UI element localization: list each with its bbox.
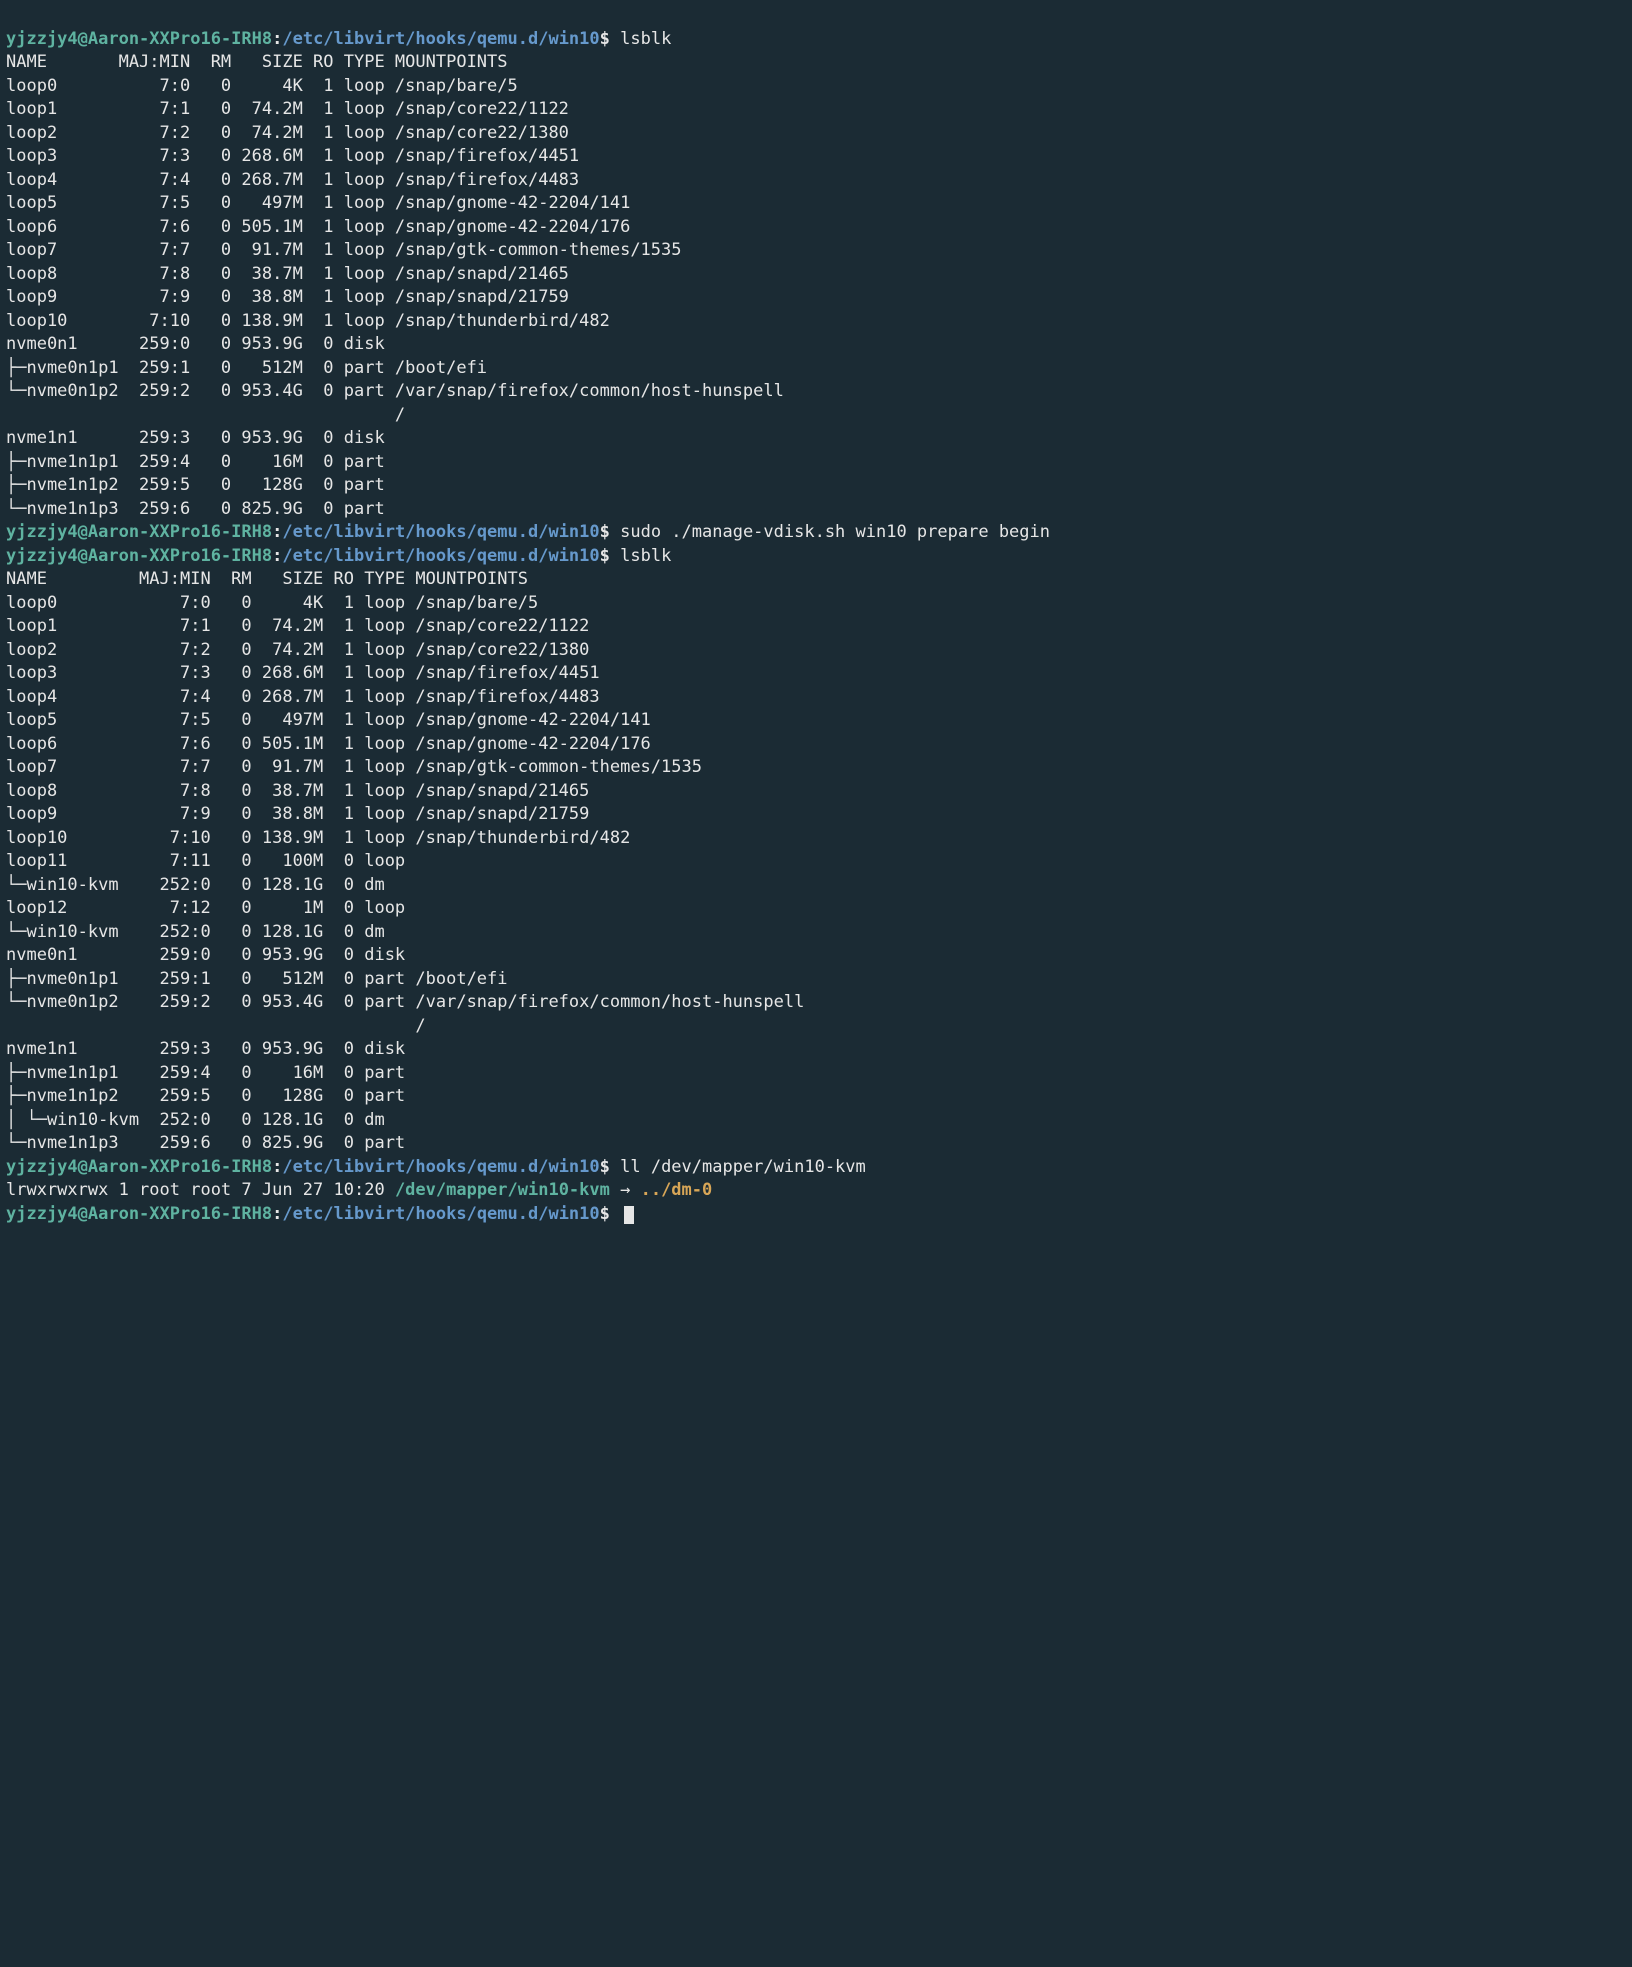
prompt-dollar: $ — [600, 1204, 620, 1224]
lsblk-row: loop12 7:12 0 1M 0 loop — [6, 897, 1626, 921]
lsblk-row: loop3 7:3 0 268.6M 1 loop /snap/firefox/… — [6, 145, 1626, 169]
prompt-sep: : — [272, 1204, 282, 1224]
lsblk-row: ├─nvme0n1p1 259:1 0 512M 0 part /boot/ef… — [6, 357, 1626, 381]
lsblk-row: loop11 7:11 0 100M 0 loop — [6, 850, 1626, 874]
shell-prompt[interactable]: yjzzjy4@Aaron-XXPro16-IRH8:/etc/libvirt/… — [6, 1203, 1626, 1227]
prompt-path: /etc/libvirt/hooks/qemu.d/win10 — [282, 1204, 599, 1224]
command-text: lsblk — [620, 29, 671, 49]
shell-prompt[interactable]: yjzzjy4@Aaron-XXPro16-IRH8:/etc/libvirt/… — [6, 28, 1626, 52]
shell-prompt[interactable]: yjzzjy4@Aaron-XXPro16-IRH8:/etc/libvirt/… — [6, 545, 1626, 569]
arrow-icon: → — [610, 1180, 641, 1200]
lsblk-row: loop10 7:10 0 138.9M 1 loop /snap/thunde… — [6, 310, 1626, 334]
lsblk-row: loop1 7:1 0 74.2M 1 loop /snap/core22/11… — [6, 615, 1626, 639]
prompt-path: /etc/libvirt/hooks/qemu.d/win10 — [282, 29, 599, 49]
terminal[interactable]: yjzzjy4@Aaron-XXPro16-IRH8:/etc/libvirt/… — [6, 28, 1626, 1227]
lsblk-row: loop10 7:10 0 138.9M 1 loop /snap/thunde… — [6, 827, 1626, 851]
lsblk-row: loop3 7:3 0 268.6M 1 loop /snap/firefox/… — [6, 662, 1626, 686]
lsblk-row: loop2 7:2 0 74.2M 1 loop /snap/core22/13… — [6, 639, 1626, 663]
lsblk-row: └─nvme1n1p3 259:6 0 825.9G 0 part — [6, 1132, 1626, 1156]
prompt-sep: : — [272, 29, 282, 49]
lsblk-row: loop5 7:5 0 497M 1 loop /snap/gnome-42-2… — [6, 709, 1626, 733]
lsblk-row: loop8 7:8 0 38.7M 1 loop /snap/snapd/214… — [6, 780, 1626, 804]
lsblk-row: loop4 7:4 0 268.7M 1 loop /snap/firefox/… — [6, 686, 1626, 710]
prompt-user: yjzzjy4@Aaron-XXPro16-IRH8 — [6, 29, 272, 49]
lsblk-row: loop0 7:0 0 4K 1 loop /snap/bare/5 — [6, 75, 1626, 99]
ll-output: lrwxrwxrwx 1 root root 7 Jun 27 10:20 /d… — [6, 1179, 1626, 1203]
prompt-sep: : — [272, 1157, 282, 1177]
prompt-user: yjzzjy4@Aaron-XXPro16-IRH8 — [6, 546, 272, 566]
lsblk-row: loop5 7:5 0 497M 1 loop /snap/gnome-42-2… — [6, 192, 1626, 216]
lsblk-row: └─win10-kvm 252:0 0 128.1G 0 dm — [6, 921, 1626, 945]
lsblk-row: nvme1n1 259:3 0 953.9G 0 disk — [6, 1038, 1626, 1062]
prompt-sep: : — [272, 522, 282, 542]
prompt-sep: : — [272, 546, 282, 566]
lsblk-row: └─win10-kvm 252:0 0 128.1G 0 dm — [6, 874, 1626, 898]
prompt-user: yjzzjy4@Aaron-XXPro16-IRH8 — [6, 1157, 272, 1177]
prompt-dollar: $ — [600, 522, 620, 542]
lsblk-row: loop2 7:2 0 74.2M 1 loop /snap/core22/13… — [6, 122, 1626, 146]
prompt-dollar: $ — [600, 1157, 620, 1177]
command-text: sudo ./manage-vdisk.sh win10 prepare beg… — [620, 522, 1050, 542]
prompt-user: yjzzjy4@Aaron-XXPro16-IRH8 — [6, 522, 272, 542]
lsblk-row: ├─nvme0n1p1 259:1 0 512M 0 part /boot/ef… — [6, 968, 1626, 992]
lsblk-row: loop9 7:9 0 38.8M 1 loop /snap/snapd/217… — [6, 286, 1626, 310]
prompt-path: /etc/libvirt/hooks/qemu.d/win10 — [282, 546, 599, 566]
lsblk-row: loop6 7:6 0 505.1M 1 loop /snap/gnome-42… — [6, 216, 1626, 240]
lsblk-row: loop0 7:0 0 4K 1 loop /snap/bare/5 — [6, 592, 1626, 616]
lsblk-row: └─nvme1n1p3 259:6 0 825.9G 0 part — [6, 498, 1626, 522]
lsblk-row: loop7 7:7 0 91.7M 1 loop /snap/gtk-commo… — [6, 239, 1626, 263]
prompt-path: /etc/libvirt/hooks/qemu.d/win10 — [282, 1157, 599, 1177]
lsblk-row: │ └─win10-kvm 252:0 0 128.1G 0 dm — [6, 1109, 1626, 1133]
lsblk-row: └─nvme0n1p2 259:2 0 953.4G 0 part /var/s… — [6, 991, 1626, 1015]
lsblk-row: loop4 7:4 0 268.7M 1 loop /snap/firefox/… — [6, 169, 1626, 193]
lsblk-row: nvme1n1 259:3 0 953.9G 0 disk — [6, 427, 1626, 451]
prompt-dollar: $ — [600, 29, 620, 49]
lsblk-output: NAME MAJ:MIN RM SIZE RO TYPE MOUNTPOINTS… — [6, 568, 1626, 1156]
lsblk-row: / — [6, 1015, 1626, 1039]
shell-prompt[interactable]: yjzzjy4@Aaron-XXPro16-IRH8:/etc/libvirt/… — [6, 1156, 1626, 1180]
command-text: ll /dev/mapper/win10-kvm — [620, 1157, 866, 1177]
lsblk-row: loop7 7:7 0 91.7M 1 loop /snap/gtk-commo… — [6, 756, 1626, 780]
lsblk-row: ├─nvme1n1p1 259:4 0 16M 0 part — [6, 451, 1626, 475]
prompt-path: /etc/libvirt/hooks/qemu.d/win10 — [282, 522, 599, 542]
lsblk-row: ├─nvme1n1p2 259:5 0 128G 0 part — [6, 474, 1626, 498]
lsblk-row: loop9 7:9 0 38.8M 1 loop /snap/snapd/217… — [6, 803, 1626, 827]
lsblk-output: NAME MAJ:MIN RM SIZE RO TYPE MOUNTPOINTS… — [6, 51, 1626, 521]
lsblk-row: / — [6, 404, 1626, 428]
lsblk-row: loop1 7:1 0 74.2M 1 loop /snap/core22/11… — [6, 98, 1626, 122]
prompt-user: yjzzjy4@Aaron-XXPro16-IRH8 — [6, 1204, 272, 1224]
ll-attrs: lrwxrwxrwx 1 root root 7 Jun 27 10:20 — [6, 1180, 395, 1200]
lsblk-row: nvme0n1 259:0 0 953.9G 0 disk — [6, 333, 1626, 357]
shell-prompt[interactable]: yjzzjy4@Aaron-XXPro16-IRH8:/etc/libvirt/… — [6, 521, 1626, 545]
ll-target: ../dm-0 — [641, 1180, 713, 1200]
ll-link-name: /dev/mapper/win10-kvm — [395, 1180, 610, 1200]
lsblk-row: ├─nvme1n1p2 259:5 0 128G 0 part — [6, 1085, 1626, 1109]
lsblk-row: └─nvme0n1p2 259:2 0 953.4G 0 part /var/s… — [6, 380, 1626, 404]
command-text: lsblk — [620, 546, 671, 566]
lsblk-row: nvme0n1 259:0 0 953.9G 0 disk — [6, 944, 1626, 968]
lsblk-row: loop6 7:6 0 505.1M 1 loop /snap/gnome-42… — [6, 733, 1626, 757]
lsblk-row: ├─nvme1n1p1 259:4 0 16M 0 part — [6, 1062, 1626, 1086]
lsblk-header: NAME MAJ:MIN RM SIZE RO TYPE MOUNTPOINTS — [6, 51, 1626, 75]
cursor — [624, 1206, 634, 1224]
lsblk-row: loop8 7:8 0 38.7M 1 loop /snap/snapd/214… — [6, 263, 1626, 287]
lsblk-header: NAME MAJ:MIN RM SIZE RO TYPE MOUNTPOINTS — [6, 568, 1626, 592]
prompt-dollar: $ — [600, 546, 620, 566]
